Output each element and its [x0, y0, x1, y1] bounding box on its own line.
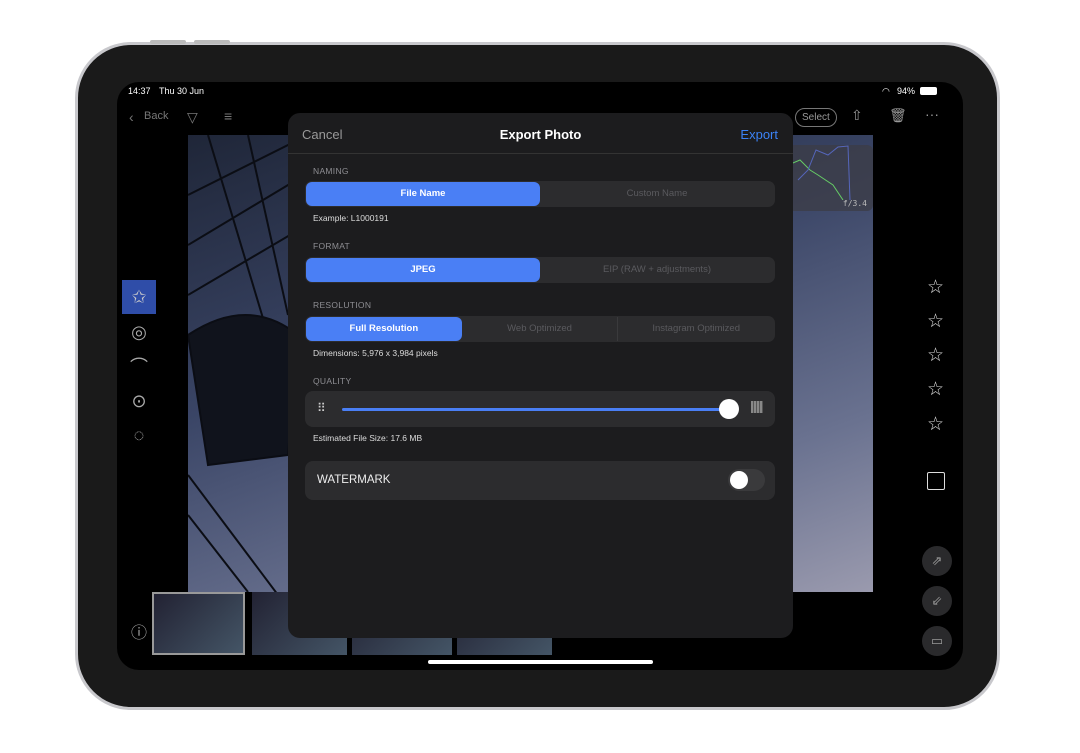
filmstrip-toggle-icon[interactable]: ▭ [922, 626, 952, 656]
exposure-dial-icon[interactable]: ⊙ [122, 384, 156, 418]
resolution-segmented-control: Full Resolution Web Optimized Instagram … [305, 316, 775, 342]
compare-icon[interactable]: ⇙ [922, 586, 952, 616]
segment-instagram-optimized[interactable]: Instagram Optimized [617, 317, 774, 341]
naming-example: Example: L1000191 [313, 213, 389, 223]
segment-file-name[interactable]: File Name [306, 182, 540, 206]
color-icon[interactable]: ◎ [122, 315, 156, 349]
back-button[interactable]: Back [144, 110, 168, 122]
thumbnail-selected[interactable] [152, 592, 245, 655]
histogram-curves [788, 145, 851, 200]
home-indicator[interactable] [428, 660, 653, 664]
quality-label: QUALITY [313, 376, 352, 386]
low-quality-icon: ⠿ [317, 401, 326, 415]
sort-icon[interactable]: ≡ [224, 108, 232, 124]
info-icon[interactable]: ⓘ [122, 617, 156, 651]
progress-dial-icon[interactable]: ◌ [122, 418, 156, 452]
trash-icon[interactable]: 🗑 [889, 107, 907, 124]
file-size-text: Estimated File Size: 17.6 MB [313, 433, 423, 443]
quality-slider-row: ⠿ [305, 391, 775, 427]
rating-star-3[interactable]: ☆ [927, 344, 944, 367]
status-date: Thu 30 Jun [159, 86, 205, 96]
segment-web-optimized[interactable]: Web Optimized [462, 317, 618, 341]
naming-segmented-control: File Name Custom Name [305, 181, 775, 207]
battery-percent: 94% [897, 86, 916, 96]
wifi-icon: ◠ [882, 86, 890, 96]
format-segmented-control: JPEG EIP (RAW + adjustments) [305, 257, 775, 283]
filter-icon[interactable]: ▽ [187, 109, 198, 126]
battery-icon [920, 87, 937, 95]
naming-label: NAMING [313, 166, 349, 176]
format-label: FORMAT [313, 241, 351, 251]
watermark-label: WATERMARK [317, 474, 391, 486]
select-button[interactable]: Select [795, 108, 837, 127]
volume-button [194, 40, 230, 44]
high-quality-icon [751, 401, 763, 413]
more-icon[interactable]: ··· [925, 106, 939, 122]
open-external-icon[interactable]: ⇗ [922, 546, 952, 576]
perspective-icon[interactable]: ⌒ [122, 350, 156, 384]
rating-star-5[interactable]: ☆ [927, 413, 944, 436]
quality-slider-track[interactable] [342, 408, 732, 411]
rating-star-1[interactable]: ☆ [927, 276, 944, 299]
watermark-toggle[interactable] [728, 469, 765, 491]
segment-eip[interactable]: EIP (RAW + adjustments) [540, 258, 774, 282]
rating-star-2[interactable]: ☆ [927, 310, 944, 333]
export-photo-dialog: Cancel Export Photo Export NAMING File N… [288, 113, 793, 638]
dialog-title: Export Photo [499, 127, 582, 142]
rating-star-4[interactable]: ☆ [927, 378, 944, 401]
export-button[interactable]: Export [740, 127, 778, 142]
status-time: 14:37 [128, 86, 151, 96]
histogram: f/3.4 [788, 145, 873, 211]
watermark-row: WATERMARK [305, 461, 775, 500]
segment-jpeg[interactable]: JPEG [306, 258, 540, 282]
presets-icon[interactable]: ✩ [122, 280, 156, 314]
segment-full-resolution[interactable]: Full Resolution [306, 317, 462, 341]
dimensions-text: Dimensions: 5,976 x 3,984 pixels [313, 348, 438, 358]
header-divider [288, 153, 793, 154]
volume-button [150, 40, 186, 44]
segment-custom-name[interactable]: Custom Name [540, 182, 774, 206]
screen: 14:37 Thu 30 Jun ◠ 94% ‹ Back ▽ ≡ Select… [117, 82, 963, 670]
flag-checkbox[interactable] [927, 472, 945, 490]
share-icon[interactable]: ⇧ [851, 107, 863, 124]
quality-slider-thumb[interactable] [719, 399, 739, 419]
resolution-label: RESOLUTION [313, 300, 372, 310]
aperture-label: f/3.4 [842, 199, 867, 208]
toggle-knob [730, 471, 748, 489]
back-chevron-icon[interactable]: ‹ [129, 109, 134, 125]
